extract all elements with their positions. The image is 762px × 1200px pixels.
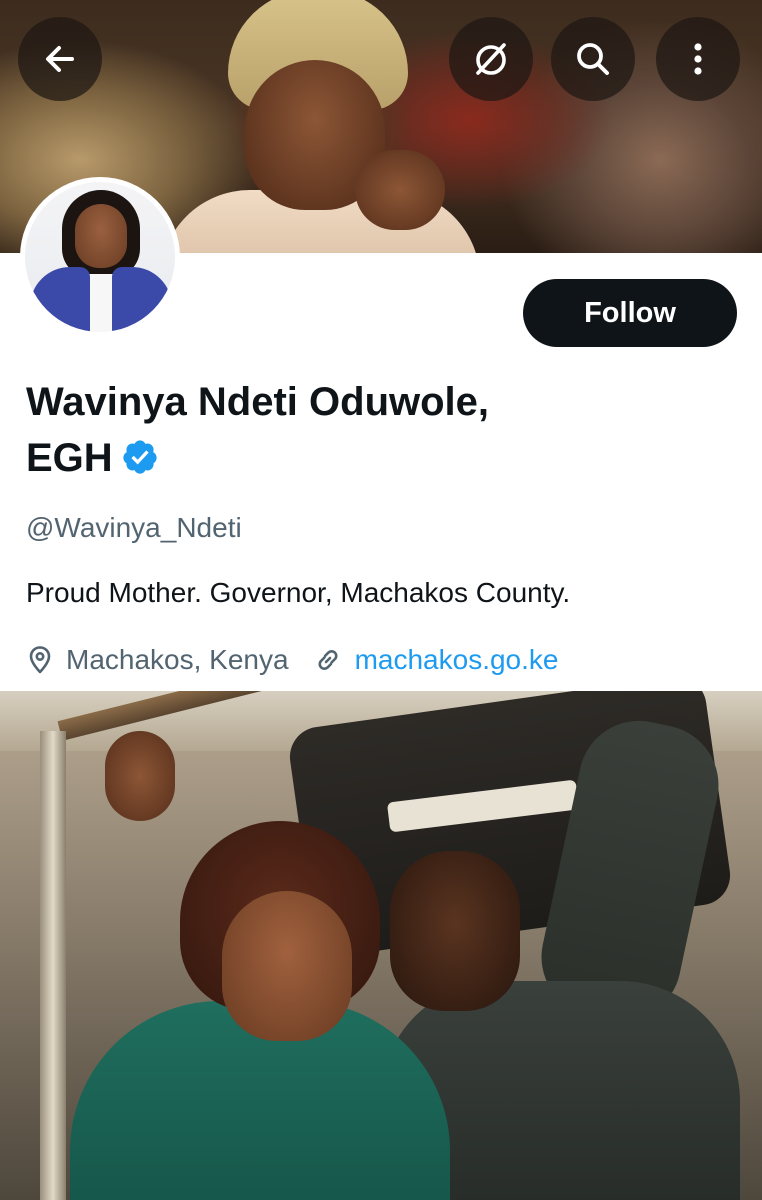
search-button[interactable] — [551, 17, 635, 101]
banner-hand — [355, 150, 445, 230]
avatar-jacket-right — [112, 267, 172, 332]
grok-icon — [476, 43, 506, 75]
photo-pole — [40, 731, 66, 1200]
grok-button[interactable] — [449, 17, 533, 101]
display-name-line-2-wrap: EGH — [26, 430, 646, 486]
location-pin-icon — [29, 646, 51, 674]
display-name-line-1: Wavinya Ndeti Oduwole, — [26, 380, 490, 424]
post-photo[interactable] — [0, 691, 762, 1200]
profile-meta-row: Machakos, Kenya machakos.go.ke — [26, 640, 558, 680]
search-icon — [577, 43, 609, 75]
more-options-button[interactable] — [656, 17, 740, 101]
verified-badge-icon[interactable] — [121, 438, 159, 476]
photo-woman-face — [222, 891, 352, 1041]
back-button[interactable] — [18, 17, 102, 101]
link-icon — [318, 650, 338, 670]
photo-hand — [105, 731, 175, 821]
photo-man-head — [390, 851, 520, 1011]
avatar-image — [25, 182, 175, 332]
location-text: Machakos, Kenya — [66, 644, 289, 675]
avatar-jacket-left — [30, 267, 90, 332]
avatar-face — [75, 204, 127, 268]
profile-bio: Proud Mother. Governor, Machakos County. — [26, 577, 571, 608]
profile-page: Follow Wavinya Ndeti Oduwole, EGH @Wavin… — [0, 0, 762, 1200]
follow-button[interactable]: Follow — [523, 279, 737, 347]
website-link[interactable]: machakos.go.ke — [355, 640, 559, 680]
profile-display-name: Wavinya Ndeti Oduwole, EGH — [26, 374, 646, 486]
display-name-line-2: EGH — [26, 436, 113, 480]
more-vertical-icon — [694, 43, 702, 75]
profile-avatar[interactable] — [20, 177, 180, 337]
profile-location: Machakos, Kenya — [26, 640, 289, 680]
arrow-left-icon — [46, 46, 74, 72]
profile-handle: @Wavinya_Ndeti — [26, 512, 242, 543]
profile-website[interactable]: machakos.go.ke — [313, 640, 559, 680]
